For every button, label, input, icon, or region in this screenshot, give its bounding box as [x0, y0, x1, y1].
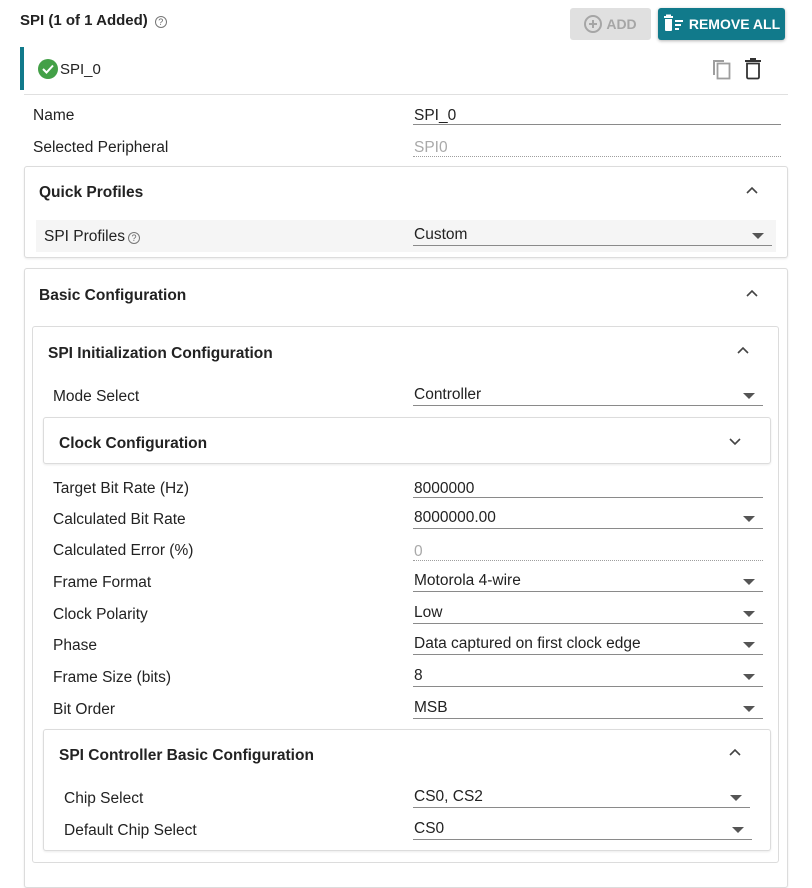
spi-profiles-select[interactable]: Custom	[412, 226, 467, 244]
check-circle-icon	[38, 59, 58, 79]
dropdown-caret-icon[interactable]	[743, 611, 755, 617]
name-input-underline	[413, 124, 781, 125]
calculated-bit-rate-underline	[413, 528, 763, 529]
dropdown-caret-icon[interactable]	[732, 827, 744, 833]
default-chip-select-underline	[413, 839, 752, 840]
spi-profiles-label-wrap: SPI Profiles ?	[44, 228, 140, 246]
bit-order-label: Bit Order	[53, 701, 116, 718]
chip-select-dropdown[interactable]: CS0, CS2	[412, 788, 483, 806]
trash-icon[interactable]	[744, 58, 762, 85]
add-button[interactable]: ADD	[570, 8, 651, 40]
add-circle-icon	[584, 15, 603, 33]
chevron-down-icon[interactable]	[729, 434, 741, 452]
target-bit-rate-input[interactable]: 8000000	[412, 480, 474, 498]
dropdown-caret-icon[interactable]	[743, 674, 755, 680]
spi-controller-title[interactable]: SPI Controller Basic Configuration	[59, 747, 314, 765]
frame-format-underline	[413, 591, 763, 592]
instance-name: SPI_0	[60, 60, 101, 78]
default-chip-select-dropdown[interactable]: CS0	[412, 820, 444, 838]
calculated-error-value: 0	[414, 543, 423, 560]
remove-all-icon	[663, 14, 685, 35]
selected-peripheral-value: SPI0	[414, 139, 448, 156]
dropdown-caret-icon[interactable]	[743, 393, 755, 399]
instance-selected-indicator	[20, 47, 24, 90]
default-chip-select-label: Default Chip Select	[64, 822, 197, 839]
clock-polarity-select[interactable]: Low	[412, 604, 442, 622]
module-title: SPI (1 of 1 Added) ?	[20, 12, 167, 29]
quick-profiles-title[interactable]: Quick Profiles	[39, 184, 143, 202]
target-bit-rate-underline	[413, 497, 763, 498]
frame-size-select[interactable]: 8	[412, 667, 423, 685]
chevron-up-icon[interactable]	[746, 287, 758, 305]
target-bit-rate-label: Target Bit Rate (Hz)	[53, 480, 190, 497]
phase-underline	[413, 654, 763, 655]
mode-select-underline	[413, 405, 763, 406]
dropdown-caret-icon[interactable]	[743, 516, 755, 522]
bit-order-select[interactable]: MSB	[412, 699, 448, 717]
name-input[interactable]: SPI_0	[412, 107, 456, 125]
chip-select-label: Chip Select	[64, 790, 144, 807]
mode-select-label: Mode Select	[53, 388, 140, 405]
spi-profiles-row	[36, 220, 776, 252]
selected-peripheral-label: Selected Peripheral	[33, 139, 169, 156]
phase-select[interactable]: Data captured on first clock edge	[412, 635, 641, 653]
bit-order-underline	[413, 718, 763, 719]
clock-polarity-label: Clock Polarity	[53, 606, 148, 623]
spi-profiles-underline	[413, 245, 772, 246]
calculated-error-underline	[413, 560, 763, 561]
clock-polarity-underline	[413, 623, 763, 624]
calculated-bit-rate-select[interactable]: 8000000.00	[412, 509, 496, 527]
phase-label: Phase	[53, 637, 97, 654]
spi-init-title[interactable]: SPI Initialization Configuration	[48, 345, 273, 363]
dropdown-caret-icon[interactable]	[730, 795, 742, 801]
chevron-up-icon[interactable]	[737, 344, 749, 362]
dropdown-caret-icon[interactable]	[752, 233, 764, 239]
help-icon[interactable]: ?	[154, 15, 167, 28]
frame-size-underline	[413, 686, 763, 687]
remove-all-label: REMOVE ALL	[688, 16, 781, 32]
selected-peripheral-underline	[413, 156, 781, 157]
basic-configuration-title[interactable]: Basic Configuration	[39, 287, 186, 305]
dropdown-caret-icon[interactable]	[743, 579, 755, 585]
calculated-error-label: Calculated Error (%)	[53, 542, 194, 559]
frame-size-label: Frame Size (bits)	[53, 669, 171, 686]
copy-icon[interactable]	[710, 57, 732, 86]
instance-row[interactable]	[24, 47, 788, 95]
mode-select-dropdown[interactable]: Controller	[412, 386, 481, 404]
chevron-up-icon[interactable]	[729, 746, 741, 764]
name-label: Name	[33, 107, 75, 124]
calculated-bit-rate-label: Calculated Bit Rate	[53, 511, 186, 528]
spi-profiles-label: SPI Profiles	[44, 228, 125, 245]
frame-format-select[interactable]: Motorola 4-wire	[412, 572, 521, 590]
dropdown-caret-icon[interactable]	[743, 706, 755, 712]
remove-all-button[interactable]: REMOVE ALL	[658, 8, 785, 40]
instance-item[interactable]: SPI_0	[38, 59, 101, 79]
dropdown-caret-icon[interactable]	[743, 642, 755, 648]
add-button-label: ADD	[606, 16, 637, 32]
chip-select-underline	[413, 807, 750, 808]
module-title-text: SPI (1 of 1 Added)	[20, 12, 148, 29]
clock-configuration-title[interactable]: Clock Configuration	[59, 435, 207, 453]
chevron-up-icon[interactable]	[746, 184, 758, 202]
help-icon[interactable]: ?	[127, 232, 140, 244]
frame-format-label: Frame Format	[53, 574, 152, 591]
